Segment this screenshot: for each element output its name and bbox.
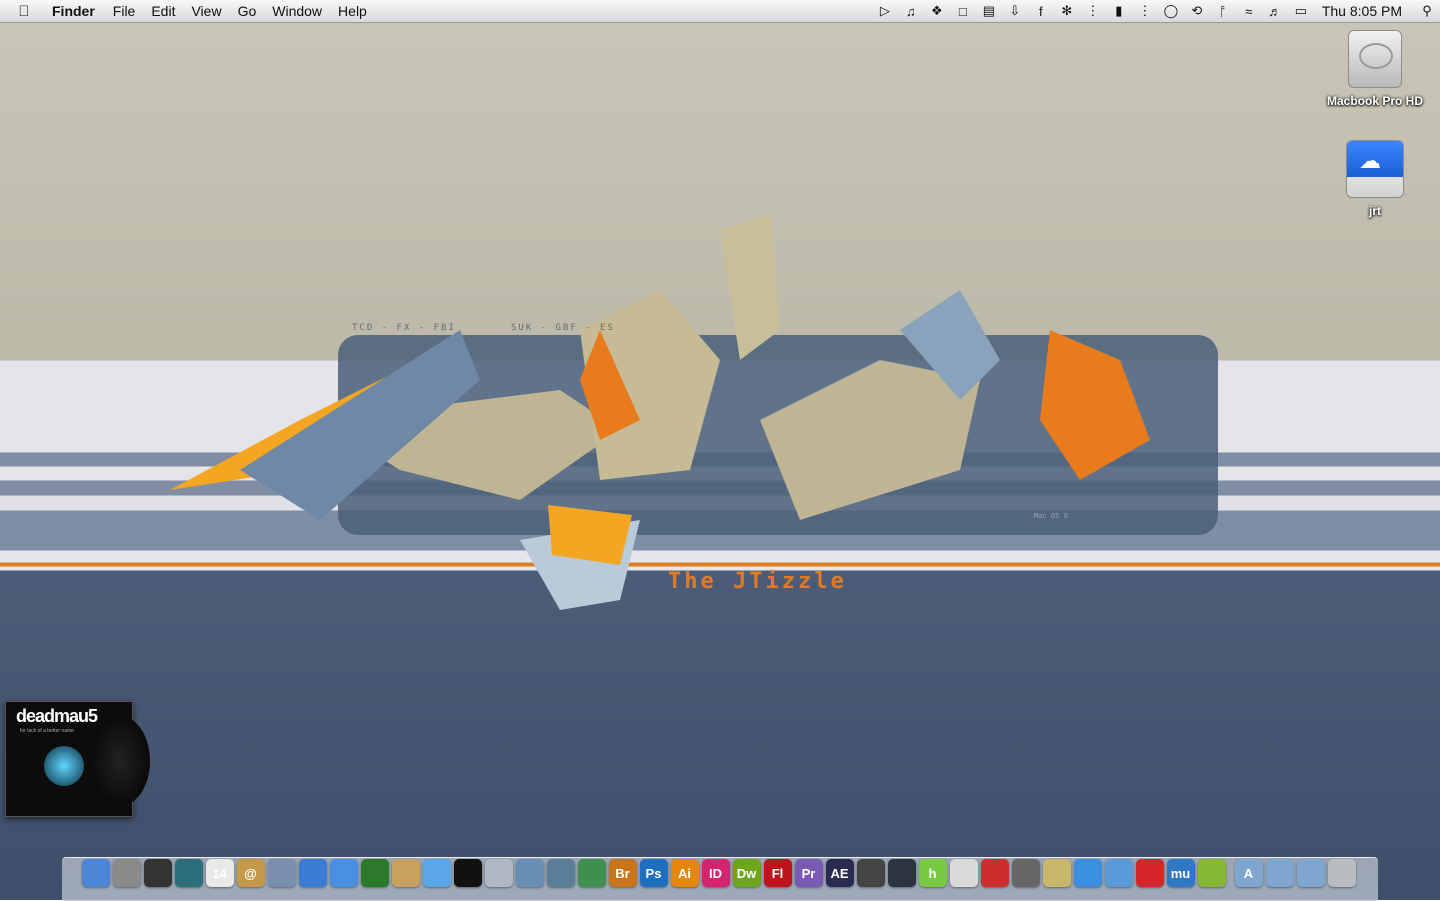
play-icon[interactable]: ▷ (872, 3, 898, 19)
menu-help[interactable]: Help (330, 3, 375, 19)
graffiti-art (170, 215, 1218, 610)
cpu-icon[interactable]: ⋮ (1132, 3, 1158, 19)
dock-applications-folder-icon[interactable]: A (1234, 859, 1263, 887)
menu-bar:  Finder File Edit View Go Window Help ▷… (0, 0, 1440, 23)
music-note-icon[interactable]: ♫ (898, 4, 924, 19)
dock-xcode-icon[interactable] (1104, 859, 1133, 887)
app-menu-finder[interactable]: Finder (48, 3, 105, 19)
dock-bridge-icon[interactable]: Br (608, 859, 637, 887)
dock-preview-icon[interactable] (267, 859, 296, 887)
dock-itunes-icon[interactable] (422, 859, 451, 887)
dock-app-store-icon[interactable] (1073, 859, 1102, 887)
dock-transmission-icon[interactable] (980, 859, 1009, 887)
hard-drive-icon (1348, 30, 1402, 88)
dock-time-machine-icon[interactable] (174, 859, 203, 887)
bluetooth-icon[interactable]: ᚩ (1210, 4, 1236, 19)
temp-icon[interactable]: ⋮ (1080, 3, 1106, 19)
dock-dvd-player-icon[interactable] (453, 859, 482, 887)
battery-icon[interactable]: ▭ (1288, 3, 1314, 19)
dock-magnet-app-icon[interactable] (1135, 859, 1164, 887)
dock-chart-app-icon[interactable] (577, 859, 606, 887)
now-playing-album-widget[interactable]: deadmau5 for lack of a better name (5, 701, 150, 817)
dock-finder-icon[interactable] (81, 859, 110, 887)
dock-houdini-app-icon[interactable]: h (918, 859, 947, 887)
screen-capture-icon[interactable]: □ (950, 4, 976, 19)
bird-icon[interactable]: ❖ (924, 3, 950, 19)
dock-calendar-icon[interactable]: 14 (205, 859, 234, 887)
menu-file[interactable]: File (105, 3, 144, 19)
apple-menu-icon[interactable]:  (0, 3, 48, 20)
menubar-clock[interactable]: Thu 8:05 PM (1314, 3, 1414, 19)
dock-indesign-icon[interactable]: ID (701, 859, 730, 887)
dock-disc-burner-icon[interactable] (1011, 859, 1040, 887)
desktop-icon-label: jrt (1369, 204, 1381, 218)
dock-photoshop-icon[interactable]: Ps (639, 859, 668, 887)
download-icon[interactable]: ⇩ (1002, 3, 1028, 19)
wifi-icon[interactable]: ≈ (1236, 4, 1262, 19)
dock-system-preferences-icon[interactable] (112, 859, 141, 887)
dock-iphoto-icon[interactable] (515, 859, 544, 887)
dock-trash-icon[interactable] (1327, 859, 1356, 887)
desktop-icon-jrt[interactable]: ☁ jrt (1320, 140, 1430, 218)
wallpaper-tag-right: SUK - GBF - ES (511, 323, 615, 333)
cd-disc-icon (90, 716, 150, 806)
dock-disk-utility-icon[interactable] (1042, 859, 1071, 887)
mau5-head-icon (44, 746, 84, 786)
desktop-wallpaper: TCD - FX - FBI SUK - GBF - ES Mac OS X T… (0, 0, 1440, 900)
dock-paint-app-icon[interactable] (546, 859, 575, 887)
dock-address-book-icon[interactable]: @ (236, 859, 265, 887)
dock-items: 14 @ Br Ps Ai ID Dw Fl Pr AE h mu A (80, 859, 1357, 887)
dock-dropzone-app-icon[interactable] (1197, 859, 1226, 887)
memory-icon[interactable]: ▮ (1106, 3, 1132, 19)
dock-premiere-icon[interactable]: Pr (794, 859, 823, 887)
dock-mu-app-icon[interactable]: mu (1166, 859, 1195, 887)
notes-icon[interactable]: ▤ (976, 3, 1002, 19)
menu-view[interactable]: View (183, 3, 229, 19)
dock-satellite-app-icon[interactable] (484, 859, 513, 887)
dock-ipod-app-icon[interactable] (949, 859, 978, 887)
dock-illustrator-icon[interactable]: Ai (670, 859, 699, 887)
dock-safari-icon[interactable] (298, 859, 327, 887)
album-artist: deadmau5 (16, 706, 98, 726)
volume-icon[interactable]: ♬ (1262, 4, 1288, 19)
dock-limewire-icon[interactable] (360, 859, 389, 887)
time-machine-icon[interactable]: ⟲ (1184, 3, 1210, 19)
wallpaper-signature: The JTizzle (668, 569, 847, 594)
spotlight-search-icon[interactable]: ⚲ (1414, 3, 1440, 19)
wallpaper-tag-left: TCD - FX - FBI (352, 323, 456, 333)
dock-photo-app-icon[interactable] (391, 859, 420, 887)
dock-ichat-icon[interactable] (329, 859, 358, 887)
icloud-drive-icon: ☁ (1346, 140, 1404, 198)
dock-after-effects-icon[interactable]: AE (825, 859, 854, 887)
desktop-icon-macbook-pro-hd[interactable]: Macbook Pro HD (1320, 30, 1430, 108)
dock-dreamweaver-icon[interactable]: Dw (732, 859, 761, 887)
dock-dashboard-icon[interactable] (143, 859, 172, 887)
album-subtitle: for lack of a better name (20, 728, 74, 734)
fan-icon[interactable]: ✻ (1054, 3, 1080, 19)
facebook-icon[interactable]: f (1028, 4, 1054, 19)
menu-window[interactable]: Window (264, 3, 330, 19)
dock-quill-app-icon[interactable] (856, 859, 885, 887)
dock-flash-icon[interactable]: Fl (763, 859, 792, 887)
dock-downloads-folder-icon[interactable] (1296, 859, 1325, 887)
desktop-icon-label: Macbook Pro HD (1326, 94, 1423, 108)
menu-edit[interactable]: Edit (143, 3, 183, 19)
dock-documents-folder-icon[interactable] (1265, 859, 1294, 887)
status-area: ▷ ♫ ❖ □ ▤ ⇩ f ✻ ⋮ ▮ ⋮ ◯ ⟲ ᚩ ≈ ♬ ▭ Thu 8:… (872, 0, 1440, 22)
menu-go[interactable]: Go (230, 3, 265, 19)
wallpaper-os-label: Mac OS X (1034, 512, 1068, 520)
dock-separator (1227, 859, 1233, 887)
dock-dolphin-app-icon[interactable] (887, 859, 916, 887)
chat-icon[interactable]: ◯ (1158, 3, 1184, 19)
